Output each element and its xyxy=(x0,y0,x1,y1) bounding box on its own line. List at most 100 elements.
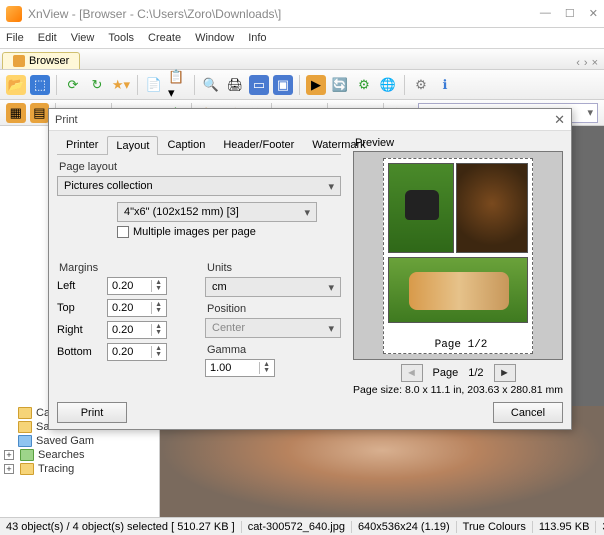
tree-node: Saved Gam xyxy=(0,434,159,448)
tab-caption[interactable]: Caption xyxy=(158,135,214,154)
reload-icon[interactable]: ↻ xyxy=(87,75,107,95)
slideshow-icon[interactable]: ▶ xyxy=(306,75,326,95)
dialog-title: Print xyxy=(55,114,554,126)
refresh-icon[interactable]: ⟳ xyxy=(63,75,83,95)
chevron-down-icon: ▾ xyxy=(588,106,594,119)
menu-file[interactable]: File xyxy=(6,32,24,44)
preview-pager: ◄ Page 1/2 ► xyxy=(353,364,563,382)
view-thumbs-icon[interactable]: ▦ xyxy=(6,103,26,123)
menu-info[interactable]: Info xyxy=(248,32,266,44)
margin-right-label: Right xyxy=(57,324,107,336)
browser-tab[interactable]: Browser xyxy=(2,52,80,69)
folder-icon xyxy=(18,407,32,419)
status-dims: 640x536x24 (1.19) xyxy=(352,521,457,533)
status-size: 113.95 KB xyxy=(533,521,597,533)
paste-icon[interactable]: 📋▾ xyxy=(168,75,188,95)
close-button[interactable]: ✕ xyxy=(589,7,598,20)
preview-thumb xyxy=(388,257,528,323)
pager-value: 1/2 xyxy=(468,367,483,379)
preview-page-number: Page 1/2 xyxy=(387,339,535,351)
minimize-button[interactable]: — xyxy=(540,7,551,20)
chevron-down-icon: ▾ xyxy=(304,206,310,219)
checkbox-icon xyxy=(117,226,129,238)
expand-icon[interactable]: + xyxy=(4,464,14,474)
menubar: File Edit View Tools Create Window Info xyxy=(0,28,604,48)
convert-icon[interactable]: 🔄 xyxy=(330,75,350,95)
units-combo[interactable]: cm▾ xyxy=(205,277,341,297)
margins-label: Margins xyxy=(59,262,193,274)
browser-tab-label: Browser xyxy=(29,55,69,67)
status-colours: True Colours xyxy=(457,521,533,533)
tab-layout[interactable]: Layout xyxy=(107,136,158,155)
expand-icon[interactable]: + xyxy=(4,450,14,460)
gamma-input[interactable]: 1.00▲▼ xyxy=(205,359,275,377)
batch-icon[interactable]: ⚙ xyxy=(354,75,374,95)
tree-node: +Tracing xyxy=(0,462,159,476)
margin-bottom-input[interactable]: 0.20▲▼ xyxy=(107,343,167,361)
window-titlebar: XnView - [Browser - C:\Users\Zoro\Downlo… xyxy=(0,0,604,28)
folder-icon xyxy=(20,463,34,475)
pager-label: Page xyxy=(433,367,459,379)
help-icon[interactable]: ℹ xyxy=(435,75,455,95)
gamma-label: Gamma xyxy=(207,344,341,356)
margin-bottom-label: Bottom xyxy=(57,346,107,358)
preview-page: Page 1/2 xyxy=(383,158,533,354)
folder-icon xyxy=(18,421,32,433)
dialog-tabs: Printer Layout Caption Header/Footer Wat… xyxy=(57,135,341,155)
menu-window[interactable]: Window xyxy=(195,32,234,44)
tab-headerfooter[interactable]: Header/Footer xyxy=(214,135,303,154)
tab-next-icon[interactable]: › xyxy=(584,57,588,69)
margin-top-input[interactable]: 0.20▲▼ xyxy=(107,299,167,317)
app-icon xyxy=(6,6,22,22)
margin-left-input[interactable]: 0.20▲▼ xyxy=(107,277,167,295)
size-combo[interactable]: 4"x6" (102x152 mm) [3]▾ xyxy=(117,202,317,222)
maximize-button[interactable]: ☐ xyxy=(565,7,575,20)
cancel-button[interactable]: Cancel xyxy=(493,402,563,423)
layout-combo[interactable]: Pictures collection▾ xyxy=(57,176,341,196)
main-toolbar: 📂 ⬚ ⟳ ↻ ★▾ 📄 📋▾ 🔍 🖨 ▭ ▣ ▶ 🔄 ⚙ 🌐 ⚙ ℹ xyxy=(0,70,604,100)
web-icon[interactable]: 🌐 xyxy=(378,75,398,95)
dialog-close-icon[interactable]: ✕ xyxy=(554,112,565,128)
tab-close-icon[interactable]: × xyxy=(592,57,598,69)
folder-icon xyxy=(18,435,32,447)
chevron-down-icon: ▾ xyxy=(328,180,334,193)
fullscreen-icon[interactable]: ⬚ xyxy=(30,75,50,95)
search-folder-icon xyxy=(20,449,34,461)
units-label: Units xyxy=(207,262,341,274)
menu-view[interactable]: View xyxy=(71,32,95,44)
position-label: Position xyxy=(207,303,341,315)
capture-icon[interactable]: ▣ xyxy=(273,75,293,95)
document-tabs: Browser ‹ › × xyxy=(0,48,604,70)
multi-images-checkbox[interactable]: Multiple images per page xyxy=(117,226,341,238)
page-next-button[interactable]: ► xyxy=(494,364,516,382)
status-filename: cat-300572_640.jpg xyxy=(242,521,352,533)
scan-icon[interactable]: ▭ xyxy=(249,75,269,95)
margin-top-label: Top xyxy=(57,302,107,314)
margin-right-input[interactable]: 0.20▲▼ xyxy=(107,321,167,339)
tab-printer[interactable]: Printer xyxy=(57,135,107,154)
pagelayout-label: Page layout xyxy=(59,161,341,173)
print-dialog: Print ✕ Printer Layout Caption Header/Fo… xyxy=(48,108,572,430)
open-icon[interactable]: 📂 xyxy=(6,75,26,95)
statusbar: 43 object(s) / 4 object(s) selected [ 51… xyxy=(0,517,604,535)
status-zoom: 39% xyxy=(596,521,604,533)
preview-frame: Page 1/2 xyxy=(353,151,563,360)
preview-label: Preview xyxy=(355,137,563,149)
print-button[interactable]: Print xyxy=(57,402,127,423)
page-prev-button[interactable]: ◄ xyxy=(401,364,423,382)
menu-edit[interactable]: Edit xyxy=(38,32,57,44)
status-objects: 43 object(s) / 4 object(s) selected [ 51… xyxy=(0,521,242,533)
folder-icon xyxy=(13,55,25,67)
search-icon[interactable]: 🔍 xyxy=(201,75,221,95)
menu-tools[interactable]: Tools xyxy=(108,32,134,44)
copy-icon[interactable]: 📄 xyxy=(144,75,164,95)
menu-create[interactable]: Create xyxy=(148,32,181,44)
tab-prev-icon[interactable]: ‹ xyxy=(576,57,580,69)
window-title: XnView - [Browser - C:\Users\Zoro\Downlo… xyxy=(28,7,540,21)
print-icon[interactable]: 🖨 xyxy=(225,75,245,95)
favorites-icon[interactable]: ★▾ xyxy=(111,75,131,95)
tree-node: +Searches xyxy=(0,448,159,462)
position-combo: Center▾ xyxy=(205,318,341,338)
settings-icon[interactable]: ⚙ xyxy=(411,75,431,95)
view-list-icon[interactable]: ▤ xyxy=(30,103,50,123)
